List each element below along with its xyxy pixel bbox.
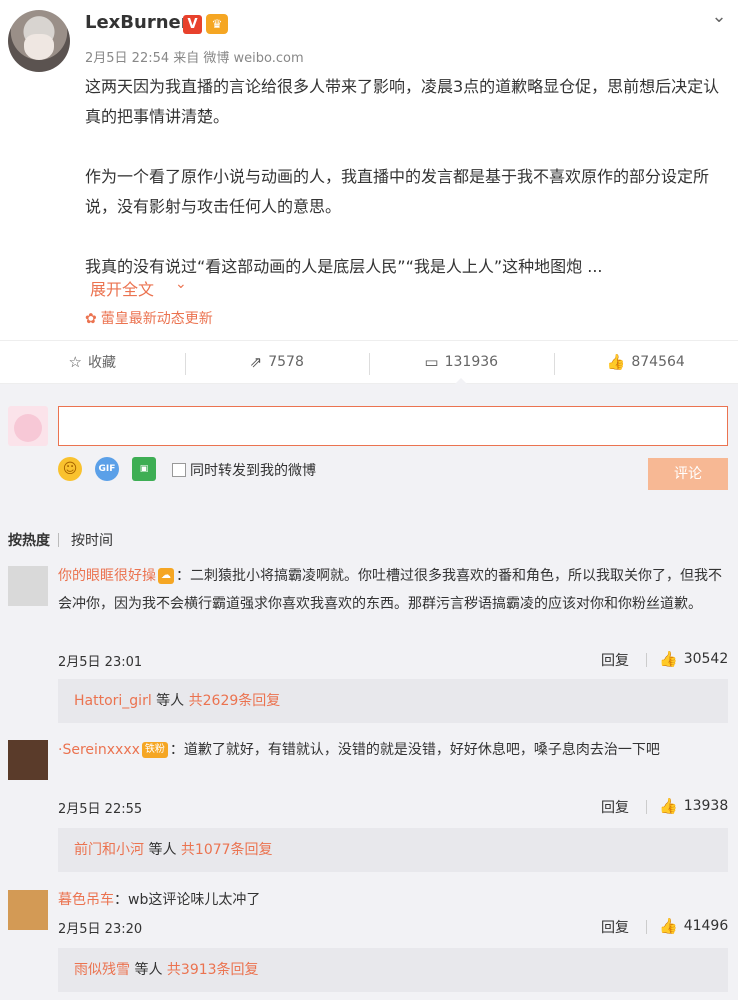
author-name[interactable]: LexBurner (85, 12, 190, 33)
gif-icon[interactable]: GIF (95, 457, 119, 481)
share-icon: ⇗ (249, 353, 263, 371)
comment-button[interactable]: ▭ 131936 (369, 341, 554, 384)
like-icon: 👍 (659, 917, 678, 935)
commenter-name[interactable]: 你的眼眶很好操 (58, 568, 156, 584)
sort-by-time-tab[interactable]: 按时间 (71, 530, 113, 550)
comment-like-button[interactable]: 👍 30542 (659, 650, 728, 668)
sub-replies-box[interactable]: 前门和小河 等人 共1077条回复 (58, 828, 728, 872)
comment-icon: ▭ (424, 353, 439, 371)
sub-reply-count[interactable]: 共2629条回复 (189, 693, 281, 709)
like-icon: 👍 (659, 650, 678, 668)
reply-button[interactable]: 回复 (601, 797, 629, 817)
news-update-label: 蕾皇最新动态更新 (100, 311, 213, 327)
comment-like-count: 13938 (683, 798, 729, 814)
submit-comment-button[interactable]: 评论 (648, 458, 728, 490)
comment-time: 2月5日 22:55 (58, 802, 143, 817)
comment-like-count: 30542 (683, 651, 729, 667)
repost-button[interactable]: ⇗ 7578 (184, 341, 370, 383)
author-avatar[interactable] (8, 10, 70, 72)
comment-time: 2月5日 23:20 (58, 922, 143, 937)
sub-reply-user[interactable]: 雨似残雪 (74, 962, 130, 978)
comment-count: 131936 (444, 354, 499, 370)
sort-divider (58, 533, 59, 547)
sub-replies-box[interactable]: Hattori_girl 等人 共2629条回复 (58, 679, 728, 723)
star-icon: ☆ (68, 353, 82, 371)
divider (646, 800, 647, 814)
sub-reply-mid: 等人 (151, 693, 189, 709)
comment-time: 2月5日 23:01 (58, 655, 143, 670)
comment-like-count: 41496 (683, 918, 729, 934)
comment-like-button[interactable]: 👍 13938 (659, 797, 728, 815)
post-meta: 2月5日 22:54 来自 微博 weibo.com (85, 51, 304, 66)
repost-checkbox-row[interactable]: 同时转发到我的微博 (172, 460, 316, 480)
comment-body: ：wb这评论味儿太冲了 (114, 892, 261, 908)
post-content: 这两天因为我直播的言论给很多人带来了影响，凌晨3点的道歉略显仓促，思前想后决定认… (85, 72, 720, 282)
image-icon[interactable]: ▣ (132, 457, 156, 481)
divider (646, 920, 647, 934)
verified-badge-icon: V (183, 15, 202, 34)
comments-section: ☺ GIF ▣ 同时转发到我的微博 评论 按热度 按时间 你的眼眶很好操 ☁ ：二刺… (0, 384, 738, 1000)
reply-button[interactable]: 回复 (601, 917, 629, 937)
like-icon: 👍 (659, 797, 678, 815)
like-count: 874564 (631, 354, 685, 370)
sub-reply-count[interactable]: 共1077条回复 (181, 842, 273, 858)
expand-full-text-link[interactable]: 展开全文 (90, 276, 154, 300)
sub-reply-count[interactable]: 共3913条回复 (167, 962, 259, 978)
comment-like-button[interactable]: 👍 41496 (659, 917, 728, 935)
sub-reply-user[interactable]: Hattori_girl (74, 693, 152, 709)
comment-text: ·Sereinxxxx 铁粉 ：道歉了就好，有错就认，没错的就是没错，好好休息吧，嗓… (58, 736, 728, 764)
my-avatar (8, 406, 48, 446)
sub-replies-box[interactable]: 雨似残雪 等人 共3913条回复 (58, 948, 728, 992)
commenter-name[interactable]: 暮色吊车 (58, 892, 114, 908)
expand-chevron-icon[interactable]: ⌄ (175, 276, 187, 292)
comment-body: ：道歉了就好，有错就认，没错的就是没错，好好休息吧，嗓子息肉去治一下吧 (169, 742, 660, 758)
user-badge-icon: ☁ (158, 568, 174, 584)
like-icon: 👍 (606, 353, 626, 371)
like-button[interactable]: 👍 874564 (553, 341, 738, 383)
comment-input[interactable] (58, 406, 728, 446)
divider (646, 653, 647, 667)
commenter-avatar[interactable] (8, 890, 48, 930)
post-paragraph: 作为一个看了原作小说与动画的人，我直播中的发言都是基于我不喜欢原作的部分设定所说… (85, 167, 710, 216)
commenter-avatar[interactable] (8, 566, 48, 606)
vip-crown-icon: ♛ (206, 14, 228, 34)
commenter-name[interactable]: ·Sereinxxxx (58, 742, 140, 758)
reply-button[interactable]: 回复 (601, 650, 629, 670)
chevron-down-icon[interactable]: ⌄ (708, 6, 730, 28)
user-badge-icon: 铁粉 (141, 742, 168, 758)
emoji-icon[interactable]: ☺ (58, 457, 82, 481)
repost-count: 7578 (268, 354, 304, 370)
weibo-post: LexBurner V ♛ ⌄ 2月5日 22:54 来自 微博 weibo.c… (0, 0, 738, 340)
favorite-button[interactable]: ☆ 收藏 (0, 341, 185, 383)
comment-text: 你的眼眶很好操 ☁ ：二刺猿批小将搞霸凌啊就。你吐槽过很多我喜欢的番和角色，所以我取… (58, 562, 728, 618)
sub-reply-mid: 等人 (130, 962, 167, 978)
repost-checkbox-label: 同时转发到我的微博 (190, 463, 316, 479)
sub-reply-user[interactable]: 前门和小河 (74, 842, 144, 858)
flower-icon: ✿ (85, 311, 97, 327)
repost-checkbox[interactable] (172, 463, 186, 477)
news-update-link[interactable]: ✿ 蕾皇最新动态更新 (85, 308, 213, 328)
sort-by-hot-tab[interactable]: 按热度 (8, 530, 50, 550)
sub-reply-mid: 等人 (144, 842, 181, 858)
commenter-avatar[interactable] (8, 740, 48, 780)
post-action-bar: ☆ 收藏 ⇗ 7578 ▭ 131936 👍 874564 (0, 340, 738, 384)
comment-sort: 按热度 按时间 (8, 530, 113, 550)
favorite-label: 收藏 (87, 355, 116, 371)
composer-tools: ☺ GIF ▣ (58, 457, 169, 481)
post-paragraph: 这两天因为我直播的言论给很多人带来了影响，凌晨3点的道歉略显仓促，思前想后决定认… (85, 77, 720, 126)
comment-text: 暮色吊车：wb这评论味儿太冲了 (58, 886, 728, 914)
